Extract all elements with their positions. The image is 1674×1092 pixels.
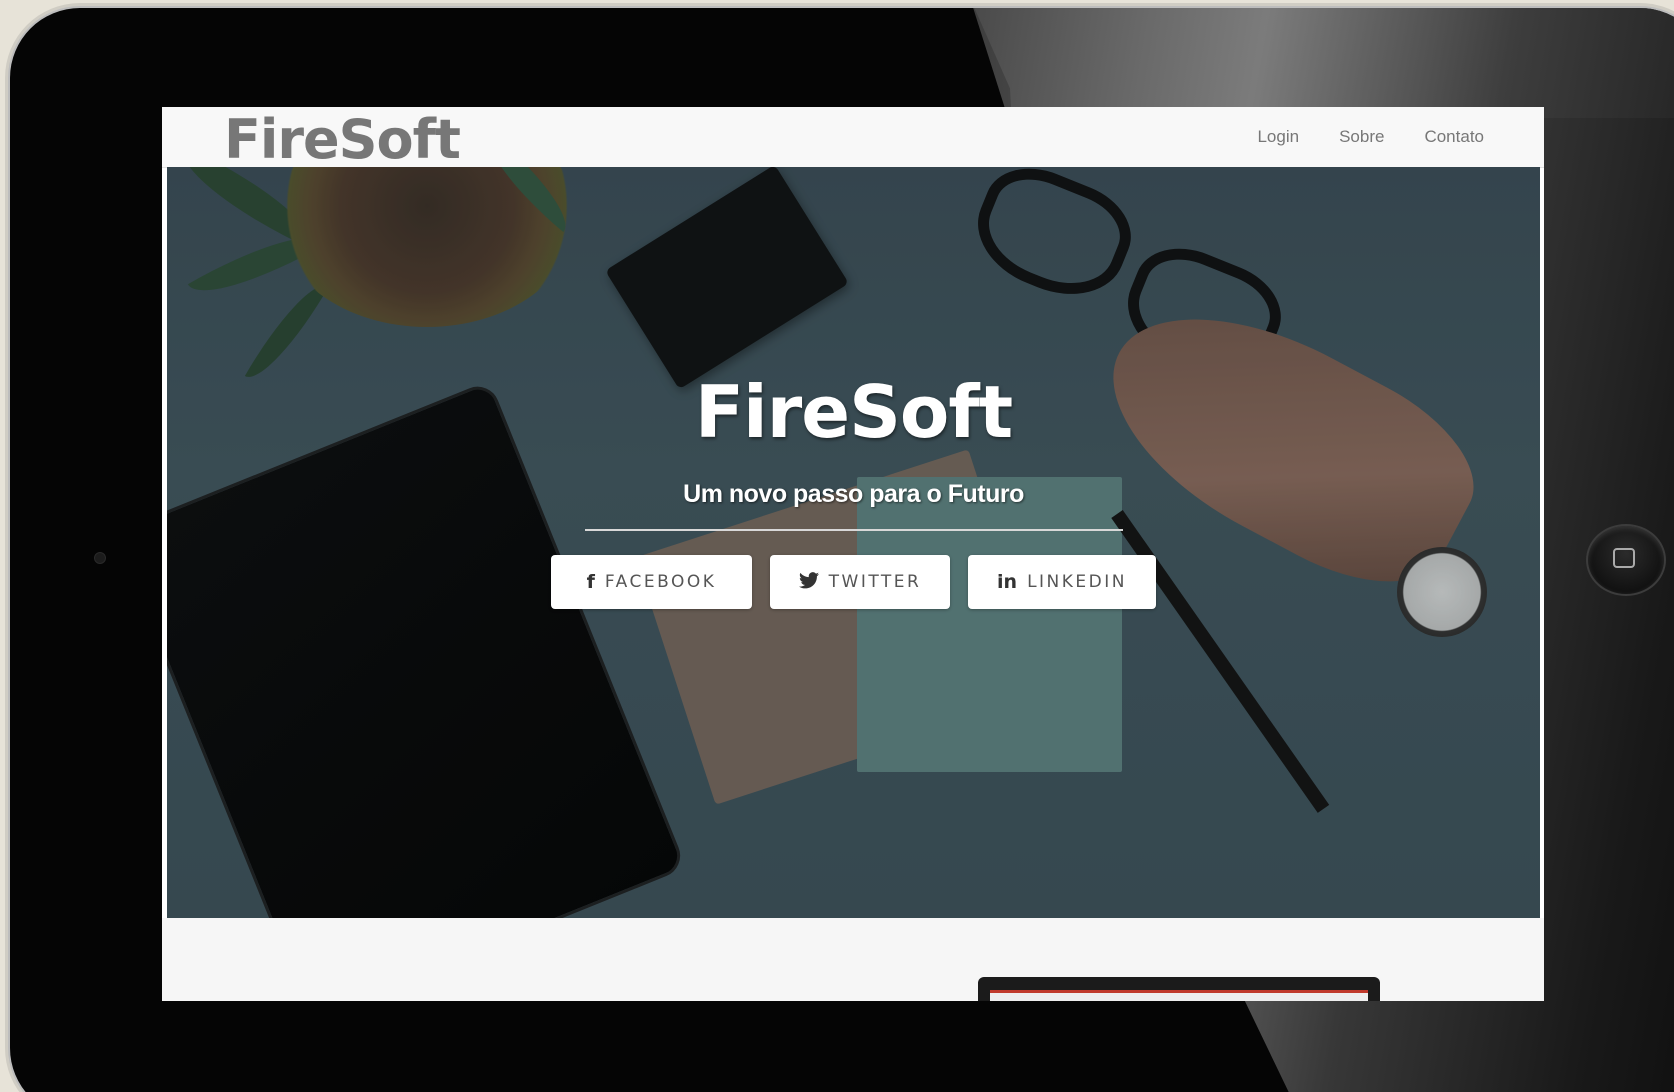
facebook-label: FACEBOOK	[604, 572, 717, 592]
facebook-button[interactable]: f FACEBOOK	[551, 555, 752, 609]
home-button[interactable]	[1586, 524, 1666, 596]
hero-title: FireSoft	[694, 370, 1013, 454]
nav-link-sobre[interactable]: Sobre	[1339, 127, 1384, 147]
nav-links: Login Sobre Contato	[1257, 127, 1484, 147]
facebook-icon: f	[586, 570, 595, 593]
navbar-brand[interactable]: FireSoft	[224, 109, 461, 171]
linkedin-label: LINKEDIN	[1027, 572, 1127, 592]
linkedin-button[interactable]: in LINKEDIN	[968, 555, 1156, 609]
nav-link-contato[interactable]: Contato	[1424, 127, 1484, 147]
hero-divider	[584, 529, 1123, 531]
twitter-button[interactable]: TWITTER	[770, 555, 950, 609]
linkedin-icon: in	[997, 570, 1018, 593]
social-buttons: f FACEBOOK TWITTER in LINKEDIN	[167, 555, 1540, 609]
device-preview-image	[978, 977, 1380, 1001]
hero-subtitle: Um novo passo para o Futuro	[683, 480, 1024, 508]
device-screen: FireSoft Login Sobre Contato FireSoft Um…	[162, 107, 1544, 1001]
tablet-device-frame: FireSoft Login Sobre Contato FireSoft Um…	[10, 8, 1674, 1092]
camera-icon	[94, 552, 106, 564]
device-preview-screen	[990, 990, 1368, 1001]
navbar: FireSoft Login Sobre Contato	[162, 107, 1544, 171]
hero-section: FireSoft Um novo passo para o Futuro f F…	[167, 167, 1540, 918]
nav-link-login[interactable]: Login	[1257, 127, 1299, 147]
content-section	[162, 918, 1544, 1001]
stage: FireSoft Login Sobre Contato FireSoft Um…	[0, 0, 1674, 1092]
home-square-icon	[1613, 548, 1635, 568]
hero-content: FireSoft Um novo passo para o Futuro f F…	[167, 367, 1540, 609]
twitter-icon	[798, 571, 819, 593]
twitter-label: TWITTER	[828, 572, 922, 592]
